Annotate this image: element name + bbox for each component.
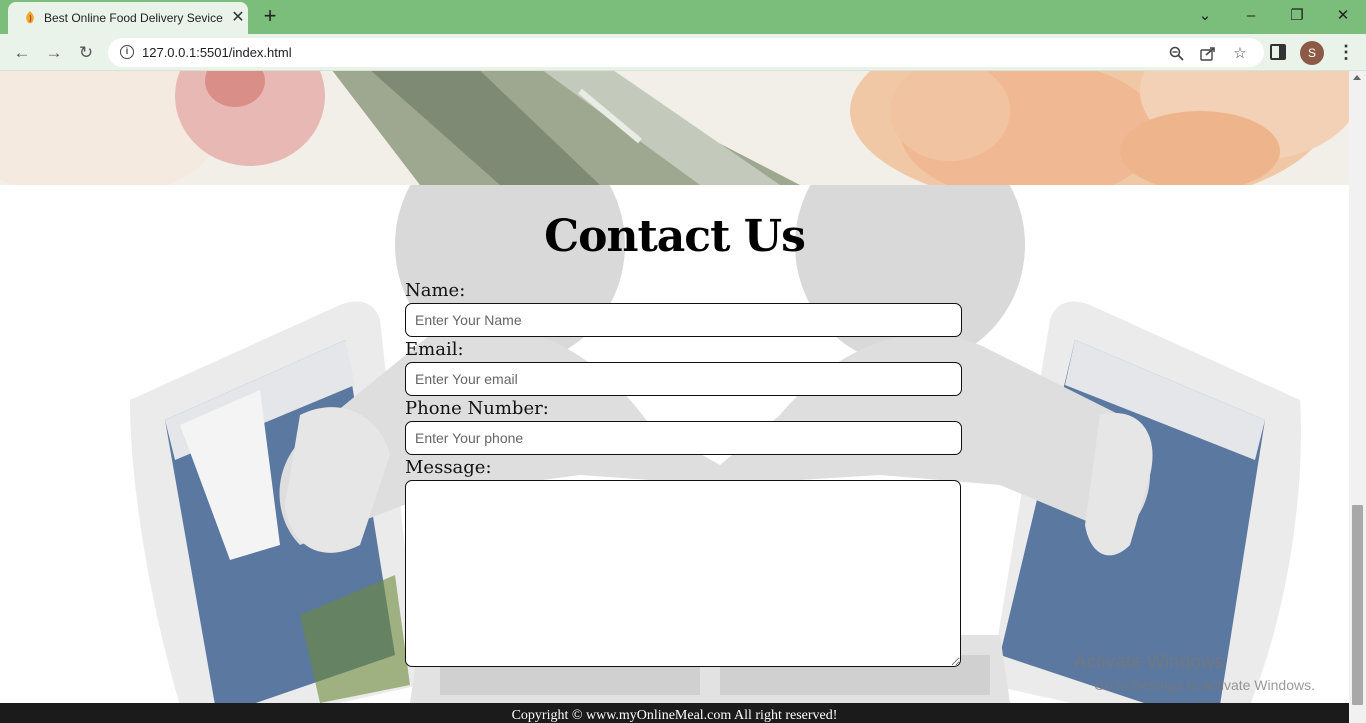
message-label: Message: xyxy=(405,457,492,478)
name-input[interactable] xyxy=(405,303,962,337)
reload-icon[interactable]: ↻ xyxy=(74,41,98,65)
email-label: Email: xyxy=(405,339,464,360)
browser-menu-icon[interactable]: ⋮ xyxy=(1336,41,1356,65)
activate-windows-title: Activate Windows xyxy=(1074,652,1224,673)
browser-tab-active[interactable]: Best Online Food Delivery Sevice ✕ xyxy=(8,2,248,34)
page-viewport: Contact Us Name: Email: Phone Number: Me… xyxy=(0,71,1349,723)
back-icon[interactable]: ← xyxy=(10,41,34,65)
new-tab-icon[interactable]: + xyxy=(258,5,282,29)
favicon-icon xyxy=(26,11,34,24)
page-scrollbar[interactable] xyxy=(1349,71,1366,723)
browser-titlebar: Best Online Food Delivery Sevice ✕ + ⌄ –… xyxy=(0,0,1366,34)
activate-windows-watermark: Activate Windows Go to Settings to activ… xyxy=(1074,652,1315,693)
email-input[interactable] xyxy=(405,362,962,396)
copyright-text: Copyright © www.myOnlineMeal.com All rig… xyxy=(511,708,838,723)
browser-toolbar: ← → ↻ i 127.0.0.1:5501/index.html ☆ S ⋮ xyxy=(0,34,1366,71)
scrollbar-thumb[interactable] xyxy=(1352,505,1363,705)
message-textarea[interactable] xyxy=(405,480,961,667)
forward-icon[interactable]: → xyxy=(42,41,66,65)
activate-windows-subtitle: Go to Settings to activate Windows. xyxy=(1094,677,1315,693)
site-info-icon[interactable]: i xyxy=(120,45,134,59)
page-footer: Copyright © www.myOnlineMeal.com All rig… xyxy=(0,703,1349,723)
profile-avatar[interactable]: S xyxy=(1300,41,1324,65)
name-label: Name: xyxy=(405,280,466,301)
tab-search-chevron-icon[interactable]: ⌄ xyxy=(1182,0,1228,30)
phone-input[interactable] xyxy=(405,421,962,455)
contact-heading: Contact Us xyxy=(544,211,806,262)
close-window-icon[interactable]: ✕ xyxy=(1320,0,1366,30)
tab-title: Best Online Food Delivery Sevice xyxy=(44,11,223,25)
side-panel-icon[interactable] xyxy=(1270,44,1286,60)
phone-label: Phone Number: xyxy=(405,398,549,419)
bookmark-star-icon[interactable]: ☆ xyxy=(1230,43,1250,63)
vegetables-image xyxy=(0,71,1349,185)
hero-vegetable-image xyxy=(0,71,1349,185)
restore-icon[interactable]: ❐ xyxy=(1274,0,1320,30)
tab-close-icon[interactable]: ✕ xyxy=(228,8,248,28)
scroll-up-arrow-icon[interactable] xyxy=(1353,75,1361,80)
minimize-icon[interactable]: – xyxy=(1228,0,1274,30)
zoom-icon[interactable] xyxy=(1166,43,1186,63)
address-bar[interactable]: i 127.0.0.1:5501/index.html ☆ xyxy=(108,38,1264,67)
share-icon[interactable] xyxy=(1198,43,1218,63)
contact-section: Contact Us Name: Email: Phone Number: Me… xyxy=(0,185,1349,703)
url-text[interactable]: 127.0.0.1:5501/index.html xyxy=(142,45,292,60)
